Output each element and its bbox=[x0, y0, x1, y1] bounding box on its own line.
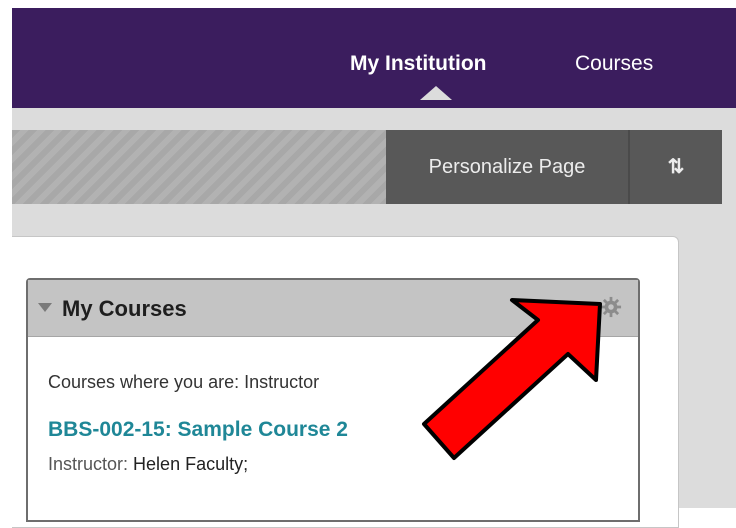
course-instructor: Instructor: Helen Faculty; bbox=[48, 454, 248, 475]
module-title: My Courses bbox=[62, 296, 187, 321]
sort-arrows-icon: ⇅ bbox=[667, 156, 685, 178]
instructor-label: Instructor: bbox=[48, 454, 129, 474]
nav-tab-courses[interactable]: Courses bbox=[575, 52, 653, 76]
personalize-page-button[interactable]: Personalize Page bbox=[386, 130, 628, 204]
course-role-text: Courses where you are: Instructor bbox=[48, 372, 320, 392]
red-arrow-icon bbox=[422, 298, 602, 460]
triangle-down-icon[interactable] bbox=[38, 303, 52, 312]
course-link[interactable]: BBS-002-15: Sample Course 2 bbox=[48, 418, 348, 442]
reorder-modules-button[interactable]: ⇅ bbox=[630, 130, 722, 204]
active-tab-pointer bbox=[420, 86, 452, 100]
instructor-name: Helen Faculty; bbox=[133, 454, 249, 474]
nav-tab-my-institution[interactable]: My Institution bbox=[350, 52, 486, 76]
